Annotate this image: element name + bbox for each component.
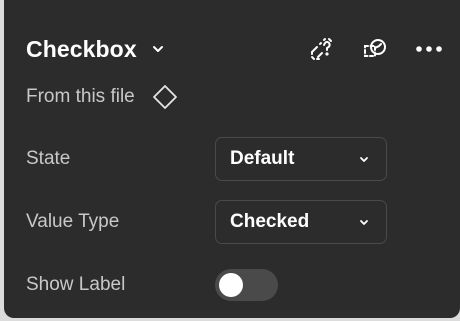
value-type-dropdown[interactable]: Checked: [215, 200, 387, 244]
property-label-show-label: Show Label: [26, 274, 126, 295]
state-dropdown-value: Default: [230, 148, 295, 169]
header-actions: [284, 30, 446, 68]
toggle-knob: [219, 273, 243, 297]
chevron-down-icon[interactable]: [151, 42, 165, 56]
chevron-down-icon: [358, 215, 370, 229]
component-properties-panel: Checkbox From this file State Default Va…: [4, 0, 460, 318]
panel-header: Checkbox: [26, 30, 446, 68]
component-source: From this file: [26, 82, 179, 112]
show-label-toggle[interactable]: [215, 269, 278, 301]
property-label-value-type: Value Type: [26, 211, 120, 232]
value-type-dropdown-value: Checked: [230, 211, 310, 232]
state-dropdown[interactable]: Default: [215, 137, 387, 181]
chevron-down-icon: [358, 152, 370, 166]
component-diamond-icon: [151, 83, 179, 111]
go-to-main-component-icon[interactable]: [358, 32, 392, 66]
detach-instance-icon[interactable]: [304, 32, 338, 66]
property-row-value-type: Value Type Checked: [26, 199, 390, 245]
property-label-state: State: [26, 148, 71, 169]
property-row-show-label: Show Label: [26, 262, 390, 308]
component-title[interactable]: Checkbox: [26, 36, 137, 63]
source-label: From this file: [26, 86, 135, 107]
more-options-icon[interactable]: [412, 32, 446, 66]
property-row-state: State Default: [26, 136, 390, 182]
